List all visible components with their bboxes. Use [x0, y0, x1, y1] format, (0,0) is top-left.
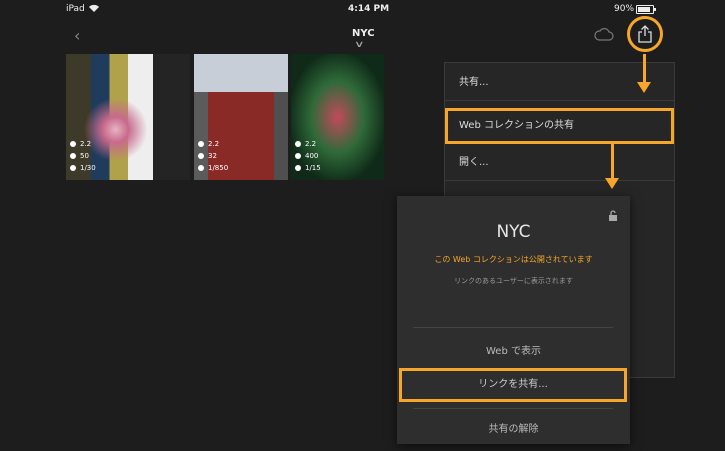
shutter-value: 1/15 [305, 164, 321, 172]
aperture-icon [70, 141, 76, 147]
visibility-info: リンクのあるユーザーに表示されます [454, 277, 573, 285]
divider [413, 327, 613, 328]
cloud-sync-icon[interactable] [594, 26, 614, 41]
aperture-value: 2.2 [208, 140, 220, 148]
aperture-icon [295, 141, 301, 147]
shutter-value: 1/30 [80, 164, 96, 172]
photo-exif: 2.2 400 1/15 [295, 138, 321, 174]
shutter-icon [70, 165, 76, 171]
menu-item-open[interactable]: 開く... [445, 145, 674, 181]
clock: 4:14 PM [348, 4, 390, 14]
iso-icon [295, 153, 301, 159]
collection-title[interactable]: NYC [352, 28, 375, 39]
share-icon [638, 25, 652, 43]
annotation-arrow-head [605, 178, 619, 189]
iso-value: 50 [80, 152, 89, 160]
divider [413, 408, 613, 409]
status-bar: iPad 4:14 PM 90% [0, 0, 725, 18]
chevron-down-icon[interactable]: ∨ [354, 40, 365, 50]
device-label: iPad [66, 4, 85, 14]
iso-icon [198, 153, 204, 159]
popup-title: NYC [496, 222, 531, 242]
wifi-icon [88, 3, 100, 16]
annotation-arrow-head [637, 82, 651, 93]
share-button[interactable] [627, 16, 663, 52]
annotation-arrow [611, 143, 614, 178]
view-on-web-button[interactable]: Web で表示 [397, 342, 630, 357]
public-status: この Web コレクションは公開されています [434, 255, 593, 264]
iso-value: 32 [208, 152, 217, 160]
iso-icon [70, 153, 76, 159]
shutter-icon [295, 165, 301, 171]
aperture-icon [198, 141, 204, 147]
menu-item-share-web-collection[interactable]: Web コレクションの共有 [445, 108, 674, 144]
battery-icon [636, 5, 656, 14]
shutter-value: 1/850 [208, 164, 229, 172]
shutter-icon [198, 165, 204, 171]
web-collection-popup: NYC この Web コレクションは公開されています リンクのあるユーザーに表示… [397, 196, 630, 444]
iso-value: 400 [305, 152, 319, 160]
aperture-value: 2.2 [80, 140, 92, 148]
photo-thumbnail[interactable]: 2.2 400 1/15 [291, 54, 384, 180]
battery-percent: 90% [614, 4, 635, 14]
aperture-value: 2.2 [305, 140, 317, 148]
unshare-button[interactable]: 共有の解除 [397, 420, 630, 435]
back-chevron-icon[interactable]: ‹ [74, 26, 80, 45]
photo-thumbnail[interactable]: 2.2 50 1/30 [66, 54, 190, 180]
photo-thumbnail[interactable]: 2.2 32 1/850 [194, 54, 288, 180]
share-link-button[interactable]: リンクを共有... [399, 368, 627, 402]
annotation-arrow [643, 54, 646, 82]
photo-exif: 2.2 32 1/850 [198, 138, 228, 174]
photo-exif: 2.2 50 1/30 [70, 138, 96, 174]
